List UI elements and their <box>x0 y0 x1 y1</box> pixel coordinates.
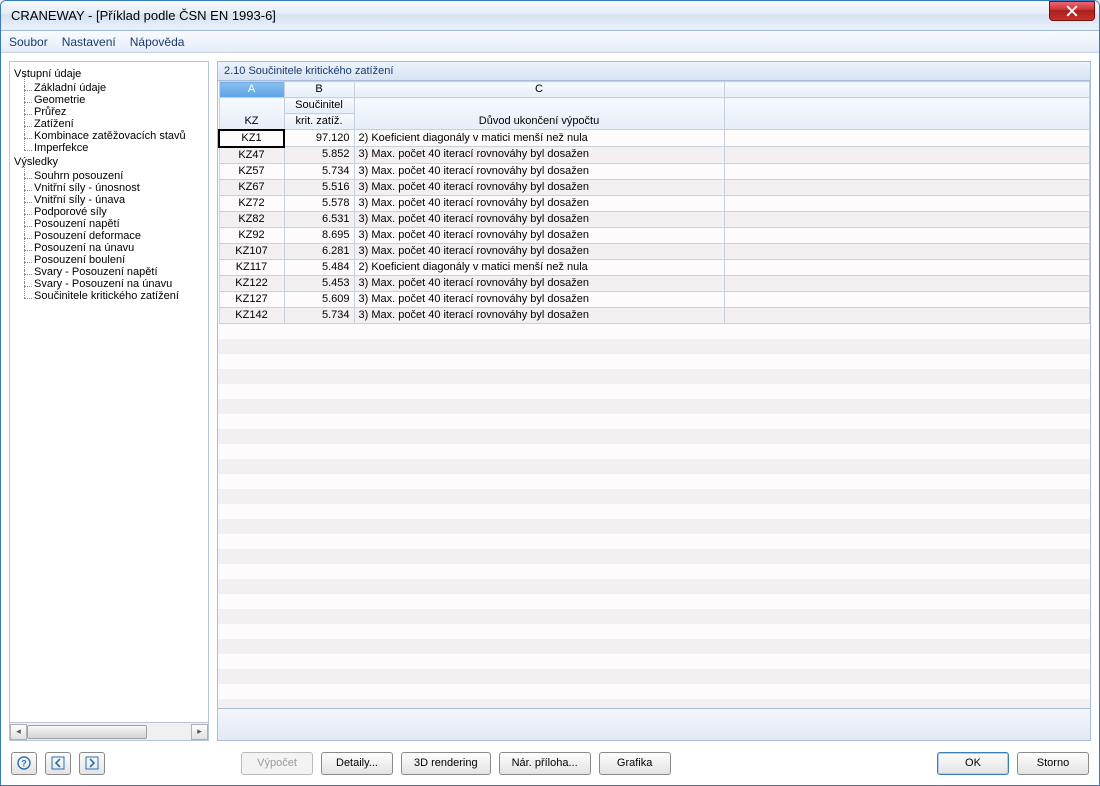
ok-button[interactable]: OK <box>937 752 1009 775</box>
tree-item[interactable]: Vnitřní síly - únava <box>20 194 206 206</box>
detail-panel <box>217 709 1091 741</box>
scroll-right-icon[interactable]: ▸ <box>191 724 208 740</box>
tree-item[interactable]: Posouzení napětí <box>20 218 206 230</box>
tree-group-results[interactable]: Výsledky <box>12 154 206 170</box>
app-window: CRANEWAY - [Příklad podle ČSN EN 1993-6]… <box>0 0 1100 786</box>
close-icon <box>1066 5 1078 17</box>
tree-item[interactable]: Základní údaje <box>20 82 206 94</box>
arrow-left-icon <box>51 756 65 770</box>
help-button[interactable]: ? <box>11 752 37 775</box>
scroll-left-icon[interactable]: ◂ <box>10 724 27 740</box>
grid-empty-area <box>218 324 1090 709</box>
table-row[interactable]: KZ725.5783) Max. počet 40 iterací rovnov… <box>219 195 1090 211</box>
scroll-thumb[interactable] <box>27 725 147 739</box>
col-header-blank[interactable] <box>724 82 1090 98</box>
table-row[interactable]: KZ928.6953) Max. počet 40 iterací rovnov… <box>219 227 1090 243</box>
nav-tree[interactable]: Vstupní údaje Základní údajeGeometriePrů… <box>9 61 209 723</box>
tree-item[interactable]: Souhrn posouzení <box>20 170 206 182</box>
table-row[interactable]: KZ197.1202) Koeficient diagonály v matic… <box>219 130 1090 147</box>
col-header-a[interactable]: A <box>219 82 284 98</box>
help-icon: ? <box>17 756 31 770</box>
table-row[interactable]: KZ475.8523) Max. počet 40 iterací rovnov… <box>219 147 1090 164</box>
col-sub-b2: krit. zatíž. <box>284 114 354 130</box>
tree-item[interactable]: Posouzení na únavu <box>20 242 206 254</box>
tree-item[interactable]: Průřez <box>20 106 206 118</box>
menubar: Soubor Nastavení Nápověda <box>1 31 1099 53</box>
footer-toolbar: ? Výpočet Detaily... 3D rendering Nár. p… <box>1 741 1099 785</box>
menu-help[interactable]: Nápověda <box>130 35 185 49</box>
tree-item[interactable]: Svary - Posouzení na únavu <box>20 278 206 290</box>
tree-item[interactable]: Imperfekce <box>20 142 206 154</box>
tree-item[interactable]: Posouzení boulení <box>20 254 206 266</box>
tree-item[interactable]: Kombinace zatěžovacích stavů <box>20 130 206 142</box>
svg-text:?: ? <box>21 759 27 769</box>
details-button[interactable]: Detaily... <box>321 752 393 775</box>
panel-title: 2.10 Součinitele kritického zatížení <box>217 61 1091 81</box>
tree-item[interactable]: Vnitřní síly - únosnost <box>20 182 206 194</box>
tree-item[interactable]: Geometrie <box>20 94 206 106</box>
col-sub-a: KZ <box>219 98 284 130</box>
tree-item[interactable]: Posouzení deformace <box>20 230 206 242</box>
titlebar[interactable]: CRANEWAY - [Příklad podle ČSN EN 1993-6] <box>1 1 1099 31</box>
col-header-c[interactable]: C <box>354 82 724 98</box>
col-sub-c: Důvod ukončení výpočtu <box>354 98 724 130</box>
menu-settings[interactable]: Nastavení <box>62 35 116 49</box>
arrow-right-icon <box>85 756 99 770</box>
table-row[interactable]: KZ1225.4533) Max. počet 40 iterací rovno… <box>219 275 1090 291</box>
table-row[interactable]: KZ1175.4842) Koeficient diagonály v mati… <box>219 259 1090 275</box>
window-title: CRANEWAY - [Příklad podle ČSN EN 1993-6] <box>11 8 1049 23</box>
prev-button[interactable] <box>45 752 71 775</box>
results-grid[interactable]: A B C KZ Součinitel Důvod ukončení výpoč… <box>217 81 1091 709</box>
tree-item[interactable]: Zatížení <box>20 118 206 130</box>
graphics-button[interactable]: Grafika <box>599 752 671 775</box>
close-button[interactable] <box>1049 1 1095 21</box>
tree-item[interactable]: Součinitele kritického zatížení <box>20 290 206 302</box>
3d-render-button[interactable]: 3D rendering <box>401 752 491 775</box>
table-row[interactable]: KZ1275.6093) Max. počet 40 iterací rovno… <box>219 291 1090 307</box>
table-row[interactable]: KZ1076.2813) Max. počet 40 iterací rovno… <box>219 243 1090 259</box>
tree-group-input[interactable]: Vstupní údaje <box>12 66 206 82</box>
tree-item[interactable]: Svary - Posouzení napětí <box>20 266 206 278</box>
menu-file[interactable]: Soubor <box>9 35 48 49</box>
cancel-button[interactable]: Storno <box>1017 752 1089 775</box>
col-header-b[interactable]: B <box>284 82 354 98</box>
calc-button: Výpočet <box>241 752 313 775</box>
col-sub-b1: Součinitel <box>284 98 354 114</box>
tree-hscroll[interactable]: ◂ ▸ <box>9 723 209 741</box>
next-button[interactable] <box>79 752 105 775</box>
table-row[interactable]: KZ1425.7343) Max. počet 40 iterací rovno… <box>219 307 1090 323</box>
tree-item[interactable]: Podporové síly <box>20 206 206 218</box>
table-row[interactable]: KZ675.5163) Max. počet 40 iterací rovnov… <box>219 179 1090 195</box>
attach-button[interactable]: Nár. příloha... <box>499 752 591 775</box>
table-row[interactable]: KZ575.7343) Max. počet 40 iterací rovnov… <box>219 163 1090 179</box>
table-row[interactable]: KZ826.5313) Max. počet 40 iterací rovnov… <box>219 211 1090 227</box>
